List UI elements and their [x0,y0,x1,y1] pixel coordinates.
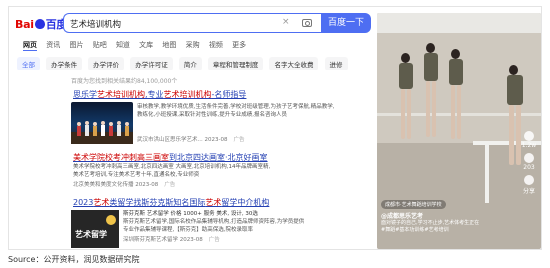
result-snippet: 审核教学,教学环境优质,生活条件完善,学校对班级管理,为孩子艺考保航,精品教学,… [137,104,335,118]
filter-chip[interactable]: 全部 [17,57,40,70]
filter-chip[interactable]: 办学许可证 [130,57,173,70]
source-note: Source：公开资料，润见数据研究院 [8,255,140,264]
tab-tieba[interactable]: 贴吧 [93,41,107,49]
camera-icon[interactable] [302,19,312,27]
filter-chip[interactable]: 办学评价 [88,57,125,70]
comment-icon [524,153,534,163]
share-button[interactable]: 分享 [521,175,537,195]
search-header: Bai 百度 艺术培训机构 × 百度一下 [9,7,379,37]
thumbnail-label: 艺术留学 [75,229,107,239]
result-title[interactable]: 美术学院校考冲刺高三画室到北京四达画室·北京好画室 [73,152,373,163]
search-result: 美术学院校考冲刺高三画室到北京四达画室·北京好画室 美术学院校考冲刺高三画室,北… [73,152,373,188]
art-study-image: 艺术留学 [71,210,119,248]
result-title[interactable]: 思乐学艺术培训机构,专业艺术培训机构-名师指导 [73,89,373,100]
tab-map[interactable]: 地图 [162,41,176,49]
ad-label: 广告 [233,137,245,143]
like-button[interactable]: 1.2w [521,131,537,149]
filter-chip[interactable]: 进修 [324,57,348,70]
result-snippet: 斯芬克斯 艺术留学 价格 1000+ 服务 美术, 设计, 30选 斯芬克斯艺术… [123,211,305,243]
video-caption: @成都思乐艺考 面对镜子的自己,学习不止步,艺术体考生正在 #舞蹈#基本功训练#… [381,213,480,233]
result-count: 百度为您找到相关结果约84,100,000个 [71,78,178,85]
search-result: 思乐学艺术培训机构,专业艺术培训机构-名师指导 [73,89,373,100]
result-thumbnail[interactable]: 艺术留学 [71,210,119,248]
tab-wenku[interactable]: 文库 [139,41,153,49]
barre-stand [485,143,489,203]
paw-icon [34,19,45,29]
share-icon [524,175,534,185]
video-player[interactable]: 1.2w 203 分享 成都市·艺术舞蹈培训学校 @成都思乐艺考 面对镜子的自己… [377,13,541,249]
filter-chip[interactable]: 章程和管理制度 [207,57,264,70]
filter-chip[interactable]: 简介 [178,57,202,70]
search-input[interactable]: 艺术培训机构 × [63,13,322,33]
tab-purchase[interactable]: 采购 [186,41,200,49]
search-result: 2023艺术类留学找斯芬克斯知名国际艺术留学中介机构 [73,197,373,208]
filter-chip[interactable]: 名字大全收费 [269,57,319,70]
tab-video[interactable]: 视频 [209,41,223,49]
ad-label: 广告 [208,237,220,243]
search-tabs: 网页 资讯 图片 贴吧 知道 文库 地图 采购 视频 更多 [23,40,379,52]
result-thumbnail[interactable] [71,102,133,144]
filter-chip[interactable]: 办学条件 [46,57,83,70]
result-source: 武汉市洪山区思乐学艺术... 2023-08 广告 [137,137,245,143]
tab-zhidao[interactable]: 知道 [116,41,130,49]
search-query: 艺术培训机构 [70,20,122,30]
stage-performers-image [71,121,133,144]
comment-button[interactable]: 203 [521,153,537,171]
tab-news[interactable]: 资讯 [46,41,60,49]
search-button[interactable]: 百度一下 [321,13,371,33]
baidu-logo[interactable]: Bai 百度 [15,16,67,32]
tab-more[interactable]: 更多 [232,41,246,49]
ad-label: 广告 [164,182,176,188]
tab-web[interactable]: 网页 [23,41,37,51]
filter-chips: 全部 办学条件 办学评价 办学许可证 简介 章程和管理制度 名字大全收费 进修 [17,57,379,70]
video-location[interactable]: 成都市·艺术舞蹈培训学校 [381,200,446,209]
result-title[interactable]: 2023艺术类留学找斯芬克斯知名国际艺术留学中介机构 [73,197,373,208]
tab-images[interactable]: 图片 [69,41,83,49]
browser-frame: Bai 百度 艺术培训机构 × 百度一下 网页 资讯 图片 贴吧 知道 文库 地图… [8,6,542,250]
clear-icon[interactable]: × [282,17,290,27]
heart-icon [524,131,534,141]
